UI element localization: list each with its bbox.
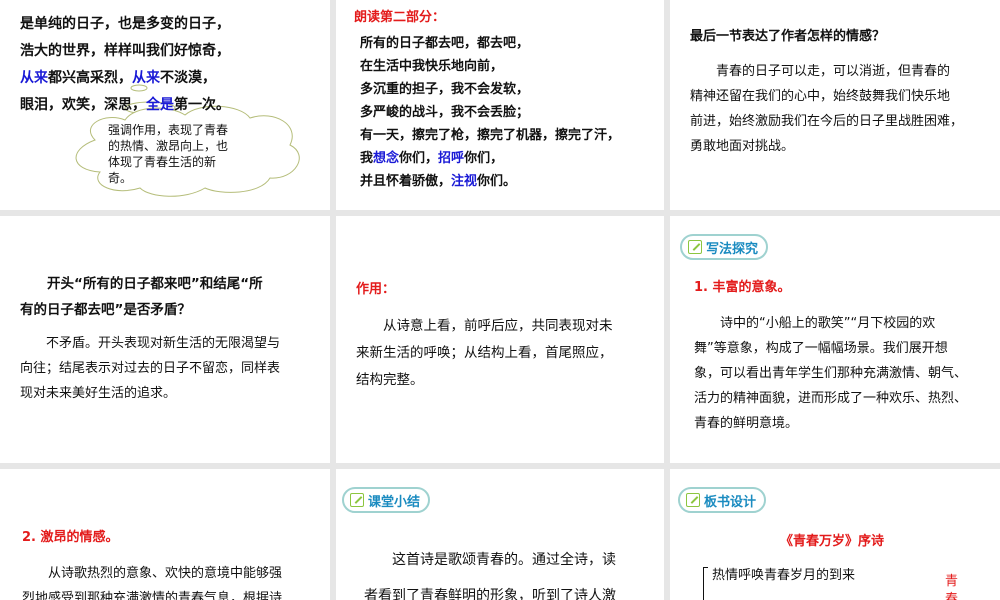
- text-line: 眼泪，欢笑，深思，全是第一次。: [20, 94, 230, 114]
- text-segment: 从来: [132, 70, 160, 86]
- text-line: 烈地感受到那种充满激情的青春气息，根据诗: [22, 591, 283, 600]
- text-line: 的热情、激昂向上，也: [108, 139, 229, 153]
- text-segment: 全是: [146, 97, 174, 113]
- text-line: 勇敢地面对挑战。: [690, 139, 795, 154]
- text-line: 青春的日子可以走，可以消逝，但青春的: [690, 64, 951, 79]
- slide-2: 朗读第二部分： 所有的日子都去吧，都去吧， 在生活中我快乐地向前， 多沉重的担子，我…: [336, 0, 664, 210]
- heading: 1. 丰富的意象。: [694, 280, 791, 295]
- badge-label: 板书设计: [704, 494, 757, 510]
- text-line: 多沉重的担子，我不会发软，: [360, 78, 529, 97]
- text-segment: 招呼: [438, 151, 465, 166]
- edit-icon: [350, 493, 364, 507]
- question: 最后一节表达了作者怎样的情感？: [690, 29, 886, 44]
- slide-title: 朗读第二部分：: [354, 10, 446, 25]
- text-segment: 都兴高采烈，: [48, 70, 132, 86]
- text-line: 浩大的世界，样样叫我们好惊奇，: [20, 40, 230, 60]
- text-segment: 多严峻的战斗，我不会丢脸；: [360, 105, 530, 120]
- badge-label: 课堂小结: [368, 494, 421, 510]
- text-line: 在生活中我快乐地向前，: [360, 55, 503, 74]
- text-line: 来新生活的呼唤；从结构上看，首尾照应，: [356, 345, 613, 361]
- text-segment: 所有的日子都去吧，都去吧，: [360, 36, 530, 51]
- slide-1: 是单纯的日子，也是多变的日子， 浩大的世界，样样叫我们好惊奇， 从来都兴高采烈，从来…: [0, 0, 330, 210]
- text-line: 我想念你们，招呼你们，: [360, 147, 503, 166]
- text-segment: 是单纯的日子，也是多变的日子，: [20, 16, 230, 32]
- text-line: 开头“所有的日子都来吧”和结尾“所: [20, 276, 263, 292]
- text-line: 奇。: [108, 171, 133, 185]
- label: 作用：: [356, 282, 396, 297]
- text-line: 青春的鲜明意境。: [694, 416, 799, 431]
- text-line: 者看到了青春鲜明的形象，听到了诗人激: [364, 588, 616, 600]
- text-line: 舞”等意象，构成了一幅幅场景。我们展开想: [694, 341, 948, 356]
- text-line: 所有的日子都去吧，都去吧，: [360, 32, 529, 51]
- text-segment: 我: [360, 151, 374, 166]
- text-line: 体现了青春生活的新: [108, 155, 217, 169]
- heading: 2. 激昂的情感。: [22, 530, 119, 545]
- slide-9: 板书设计 《青春万岁》序诗 热情呼唤青春岁月的到来 青春: [670, 469, 1000, 600]
- text-segment: 你们，: [399, 151, 439, 166]
- slide-5: 作用： 从诗意上看，前呼后应，共同表现对未 来新生活的呼唤；从结构上看，首尾照应，…: [336, 216, 664, 463]
- text-line: 并且怀着骄傲，注视你们。: [360, 170, 516, 189]
- section-badge: 写法探究: [680, 234, 769, 260]
- text-line: 前进，始终激励我们在今后的日子里战胜困难，: [690, 114, 964, 129]
- text-line: 结构完整。: [356, 372, 424, 388]
- text-segment: 多沉重的担子，我不会发软，: [360, 82, 530, 97]
- text-segment: 你们。: [477, 174, 517, 189]
- text-line: 是单纯的日子，也是多变的日子，: [20, 13, 230, 33]
- edit-icon: [686, 493, 700, 507]
- text-segment: 并且怀着骄傲，: [360, 174, 452, 189]
- text-segment: 第一次。: [174, 97, 230, 113]
- text-segment: 注视: [451, 174, 478, 189]
- edit-icon: [688, 240, 702, 254]
- text-line: 向往；结尾表示对过去的日子不留恋，同样表: [20, 361, 281, 376]
- text-segment: 从来: [20, 70, 48, 86]
- text-line: 精神还留在我们的心中，始终鼓舞我们快乐地: [690, 89, 951, 104]
- text-segment: 有一天，擦完了枪，擦完了机器，擦完了汗，: [360, 128, 621, 143]
- text-line: 象，可以看出青年学生们那种充满激情、朝气、: [694, 366, 968, 381]
- board-item: 热情呼唤青春岁月的到来: [712, 568, 856, 583]
- text-line: 从来都兴高采烈，从来不淡漠，: [20, 67, 216, 87]
- text-line: 强调作用，表现了青春: [108, 123, 229, 137]
- text-segment: 在生活中我快乐地向前，: [360, 59, 504, 74]
- slide-7: 2. 激昂的情感。 从诗歌热烈的意象、欢快的意境中能够强烈地感受到那种充满激情的…: [0, 469, 330, 600]
- slide-3: 最后一节表达了作者怎样的情感？ 青春的日子可以走，可以消逝，但青春的 精神还留在我…: [670, 0, 1000, 210]
- text-line: 诗中的“小船上的歌笑”“月下校园的欢: [694, 316, 936, 331]
- slide-4: 开头“所有的日子都来吧”和结尾“所 有的日子都去吧”是否矛盾？ 不矛盾。开头表现对…: [0, 216, 330, 463]
- text-line: 有一天，擦完了枪，擦完了机器，擦完了汗，: [360, 124, 620, 143]
- text-line: 现对未来美好生活的追求。: [20, 386, 177, 401]
- text-segment: 你们，: [464, 151, 504, 166]
- text-line: 不矛盾。开头表现对新生活的无限渴望与: [20, 336, 281, 351]
- badge-label: 写法探究: [706, 241, 759, 257]
- text-line: 多严峻的战斗，我不会丢脸；: [360, 101, 529, 120]
- section-badge: 板书设计: [678, 487, 767, 513]
- text-line: 从诗意上看，前呼后应，共同表现对未: [356, 318, 613, 334]
- text-segment: 不淡漠，: [160, 70, 216, 86]
- text-line: 这首诗是歌颂青春的。通过全诗，读: [364, 552, 616, 568]
- text-segment: 浩大的世界，样样叫我们好惊奇，: [20, 43, 230, 59]
- text-line: 从诗歌热烈的意象、欢快的意境中能够强: [22, 566, 283, 581]
- section-badge: 课堂小结: [342, 487, 431, 513]
- side-label: 青春: [945, 574, 959, 600]
- slide-6: 写法探究 1. 丰富的意象。 诗中的“小船上的歌笑”“月下校园的欢 舞”等意象，构…: [670, 216, 1000, 463]
- text-segment: 眼泪，欢笑，深思，: [20, 97, 146, 113]
- text-line: 有的日子都去吧”是否矛盾？: [20, 302, 191, 318]
- text-line: 活力的精神面貌，进而形成了一种欢乐、热烈、: [694, 391, 968, 406]
- slide-8: 课堂小结 这首诗是歌颂青春的。通过全诗，读者看到了青春鲜明的形象，听到了诗人激: [336, 469, 664, 600]
- bracket: [703, 567, 708, 600]
- board-title: 《青春万岁》序诗: [780, 534, 885, 549]
- text-segment: 想念: [373, 151, 400, 166]
